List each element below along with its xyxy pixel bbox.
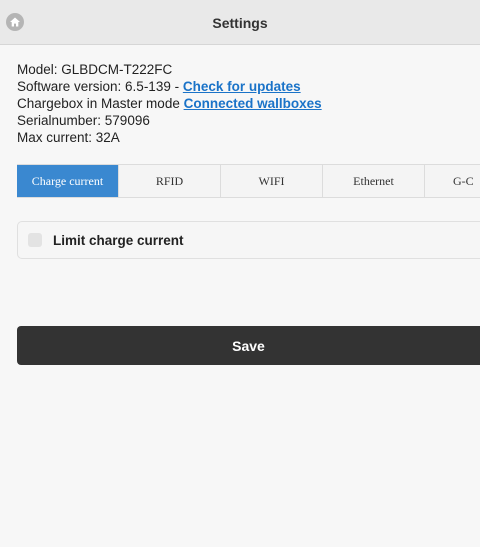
save-button[interactable]: Save: [17, 326, 480, 365]
serial-number-text: Serialnumber: 579096: [17, 113, 150, 128]
device-info: Model: GLBDCM-T222FC Software version: 6…: [17, 61, 322, 146]
tab-g-c[interactable]: G-C: [425, 165, 480, 197]
master-mode-text: Chargebox in Master mode: [17, 96, 184, 111]
tab-ethernet[interactable]: Ethernet: [323, 165, 425, 197]
check-for-updates-link[interactable]: Check for updates: [183, 79, 301, 94]
tab-wifi[interactable]: WIFI: [221, 165, 323, 197]
limit-charge-current-label: Limit charge current: [53, 233, 184, 248]
limit-charge-current-option[interactable]: Limit charge current: [17, 221, 480, 259]
tab-rfid[interactable]: RFID: [119, 165, 221, 197]
tab-charge-current[interactable]: Charge current: [17, 165, 119, 197]
limit-charge-current-checkbox[interactable]: [28, 233, 42, 247]
model-text: Model: GLBDCM-T222FC: [17, 62, 173, 77]
header-bar: Settings: [0, 0, 480, 45]
master-mode-row: Chargebox in Master mode Connected wallb…: [17, 95, 322, 112]
page-title: Settings: [212, 15, 268, 31]
settings-tabs: Charge current RFID WIFI Ethernet G-C: [17, 164, 480, 198]
connected-wallboxes-link[interactable]: Connected wallboxes: [184, 96, 322, 111]
max-current-text: Max current: 32A: [17, 130, 120, 145]
software-version-text: Software version: 6.5-139 -: [17, 79, 183, 94]
software-version-row: Software version: 6.5-139 - Check for up…: [17, 78, 322, 95]
